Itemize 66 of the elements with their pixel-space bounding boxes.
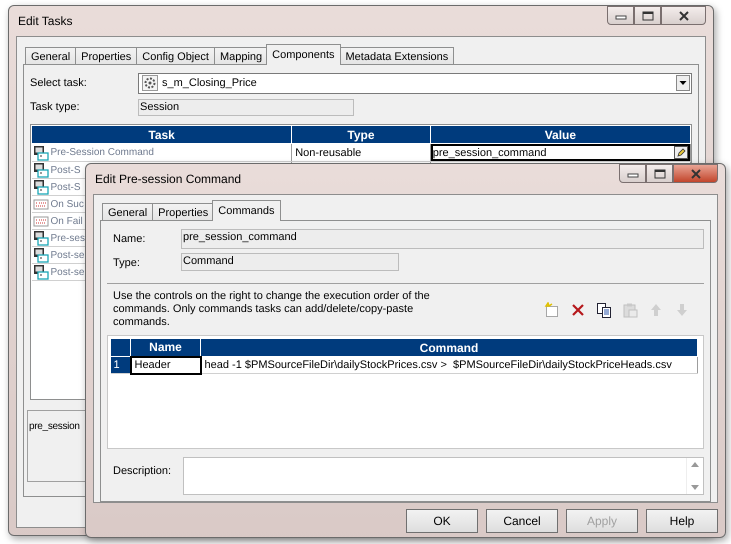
tab[interactable]: Properties xyxy=(152,203,214,221)
scroll-up-icon[interactable] xyxy=(691,462,699,467)
table-cell[interactable]: Header xyxy=(130,356,200,374)
instructions-text: Use the controls on the right to change the execution order of the commands. Only commands tasks can add/delete/copy-paste commands. xyxy=(113,290,431,329)
field-label: Task type: xyxy=(30,101,81,113)
field-label: Select task: xyxy=(30,77,88,89)
maximize-button[interactable] xyxy=(634,6,661,25)
column-header[interactable]: Name xyxy=(130,338,200,356)
task-type-field: Session xyxy=(138,98,354,116)
task-name: Post-S xyxy=(50,182,81,192)
dialog-title: Edit Pre-session Command xyxy=(94,172,242,186)
command-icon xyxy=(32,162,48,178)
dialog-button[interactable]: Help xyxy=(646,509,718,533)
copy-icon[interactable] xyxy=(596,302,612,318)
field-label: Type: xyxy=(112,256,141,269)
name-field: pre_session_command xyxy=(181,229,704,249)
type-field: Command xyxy=(181,253,399,271)
table-cell: head -1 $PMSourceFileDir\dailyStockPrices.csv > $PMSourceFileDir\dailyStockPriceHeads.csv xyxy=(200,356,698,374)
task-dropdown[interactable]: s_m_Closing_Price xyxy=(138,72,692,94)
task-name: Post-se xyxy=(50,266,84,278)
task-name: On Suc xyxy=(50,198,84,210)
tab[interactable]: Commands xyxy=(212,200,281,221)
column-header[interactable]: Command xyxy=(200,338,698,356)
delete-icon[interactable] xyxy=(570,302,586,318)
tab[interactable]: General xyxy=(102,203,154,221)
command-icon xyxy=(32,179,48,194)
minimize-button[interactable] xyxy=(619,164,646,183)
close-icon xyxy=(678,10,690,20)
table-cell: pre_session_command xyxy=(432,146,546,158)
maximize-button[interactable] xyxy=(646,164,673,183)
maximize-icon xyxy=(654,168,666,178)
column-header[interactable]: Value xyxy=(430,126,690,144)
close-icon xyxy=(690,168,702,178)
column-header[interactable]: Type xyxy=(292,126,430,144)
maximize-icon xyxy=(642,10,654,20)
dialog-button[interactable]: OK xyxy=(406,509,478,533)
edit-button[interactable] xyxy=(674,146,688,159)
tab[interactable]: Config Object xyxy=(136,47,215,65)
minimize-button[interactable] xyxy=(607,6,634,25)
task-name: Pre-ses xyxy=(50,232,85,244)
description-text: pre_session xyxy=(29,421,80,432)
field-label: Name: xyxy=(112,232,146,245)
close-button[interactable] xyxy=(673,164,718,183)
task-name: Pre-Session Command xyxy=(50,147,154,158)
close-button[interactable] xyxy=(661,6,706,25)
command-icon xyxy=(32,144,48,160)
task-name: On Fail xyxy=(50,216,83,226)
command-icon xyxy=(32,247,48,262)
field-label: Description: xyxy=(112,464,172,479)
new-item-icon[interactable] xyxy=(544,302,560,318)
task-name: Post-S xyxy=(50,164,81,176)
tab[interactable]: Properties xyxy=(75,47,138,65)
command-icon xyxy=(32,264,48,280)
column-header[interactable]: Task xyxy=(32,126,292,144)
row-number: 1 xyxy=(110,356,130,374)
dialog-button[interactable]: Cancel xyxy=(486,509,558,533)
window-title: Edit Tasks xyxy=(17,14,72,28)
scroll-down-icon[interactable] xyxy=(691,485,699,490)
task-name: Post-se xyxy=(50,250,84,260)
tab[interactable]: Components xyxy=(266,44,341,65)
description-field[interactable] xyxy=(183,457,704,495)
gear-icon xyxy=(142,75,158,91)
table-cell: Non-reusable xyxy=(295,146,362,158)
tab[interactable]: Metadata Extensions xyxy=(340,47,454,65)
command-icon xyxy=(32,230,48,246)
tab[interactable]: General xyxy=(25,47,76,65)
